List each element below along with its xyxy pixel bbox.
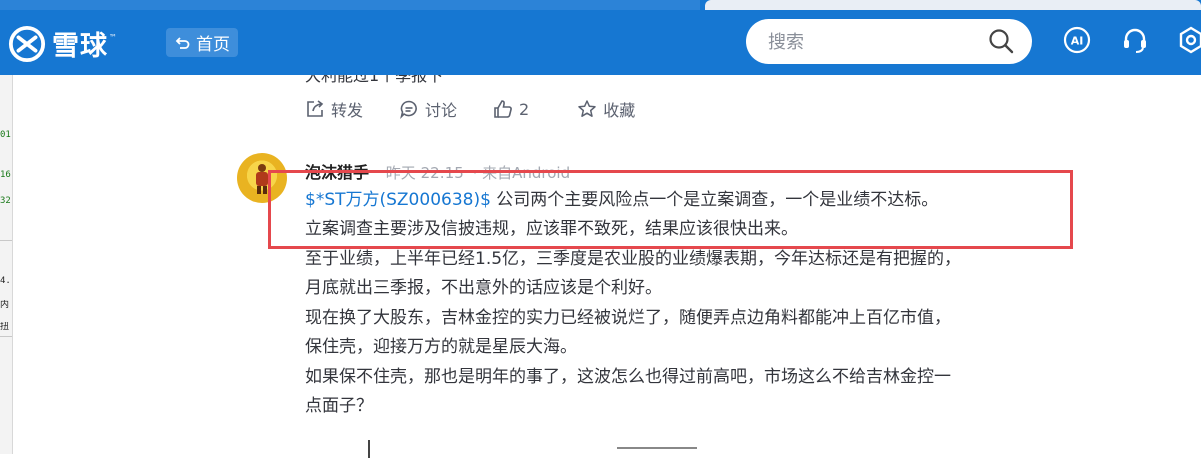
strip-value: 4. — [0, 276, 11, 286]
svg-text:AI: AI — [1071, 35, 1084, 48]
post-line: 至于业绩，上半年已经1.5亿，三季度是农业股的业绩爆表期，今年达标还是有把握的， — [305, 249, 962, 269]
share-icon — [307, 100, 324, 117]
author-name[interactable]: 泡沫猎手 — [305, 163, 369, 182]
post-line: 点面子？ — [305, 396, 373, 416]
top-navbar: 雪球 ™ 首页 AI — [0, 0, 1201, 75]
strip-value: 01 — [0, 130, 11, 140]
post-line: $*ST万方(SZ000638)$ 公司两个主要风险点一个是立案调查，一个是业绩… — [305, 186, 938, 215]
next-item-fragment — [368, 440, 370, 458]
search-box[interactable] — [746, 19, 1032, 66]
comment-button[interactable]: 讨论 — [399, 97, 457, 121]
like-button[interactable]: 2 — [493, 97, 529, 121]
site-logo[interactable]: 雪球 ™ — [8, 24, 117, 63]
post-line: 立案调查主要涉及信披违规，应该罪不致死，结果应该很快出来。 — [305, 219, 798, 239]
post-line: 如果保不住壳，那也是明年的事了，这波怎么也得过前高吧，市场这么不给吉林金控一 — [305, 367, 951, 387]
post-line: 现在换了大股东，吉林金控的实力已经被说烂了，随便弄点边角料都能冲上百亿市值， — [305, 308, 951, 328]
post-text: 公司两个主要风险点一个是立案调查，一个是业绩不达标。 — [490, 190, 939, 210]
post-source: · 来自Android — [472, 164, 571, 182]
repost-button[interactable]: 转发 — [305, 97, 363, 121]
headset-icon[interactable] — [1120, 25, 1150, 55]
thumbs-up-icon — [494, 100, 512, 118]
post-line: 月底就出三季报，不出意外的话应该是个利好。 — [305, 278, 662, 298]
snowball-logo-icon — [8, 25, 46, 62]
home-label: 首页 — [196, 35, 230, 55]
repost-label: 转发 — [331, 101, 364, 120]
logo-text: 雪球 — [52, 31, 108, 62]
post-author-line: 泡沫猎手 昨天 22:15 · 来自Android — [305, 159, 570, 183]
post-time: 昨天 22:15 — [385, 164, 464, 182]
gear-icon[interactable] — [1176, 25, 1201, 55]
strip-value: 内 — [0, 300, 10, 310]
star-icon — [578, 100, 596, 117]
favorite-label: 收藏 — [603, 101, 636, 120]
user-avatar-figure — [256, 164, 268, 194]
comment-label: 讨论 — [425, 101, 458, 120]
active-browser-tab[interactable] — [705, 0, 1201, 10]
ai-icon[interactable]: AI — [1062, 25, 1092, 55]
post-feed: 大利能过1个季报下 转发 讨论 2 收藏 泡沫猎手 昨天 22:15 · 来自A… — [0, 66, 1201, 458]
comment-icon — [400, 100, 417, 119]
home-button[interactable]: 首页 — [166, 28, 238, 57]
favorite-button[interactable]: 收藏 — [577, 97, 635, 121]
strip-value: 16 — [0, 170, 11, 180]
next-item-fragment — [617, 447, 697, 459]
back-arrow-icon — [175, 36, 190, 49]
avatar[interactable] — [237, 153, 287, 203]
search-input[interactable] — [766, 19, 980, 66]
stock-link[interactable]: $*ST万方(SZ000638)$ — [305, 190, 491, 210]
strip-value: 32 — [0, 196, 11, 206]
like-count: 2 — [519, 99, 530, 119]
strip-value: 扭 — [0, 322, 10, 332]
magnifier-icon[interactable] — [988, 28, 1014, 54]
post-actions-bar: 转发 讨论 2 收藏 — [305, 97, 671, 121]
post-line: 保住壳，迎接万方的就是星辰大海。 — [305, 337, 577, 357]
browser-tab-edge — [0, 0, 1201, 10]
logo-trademark: ™ — [109, 33, 117, 42]
